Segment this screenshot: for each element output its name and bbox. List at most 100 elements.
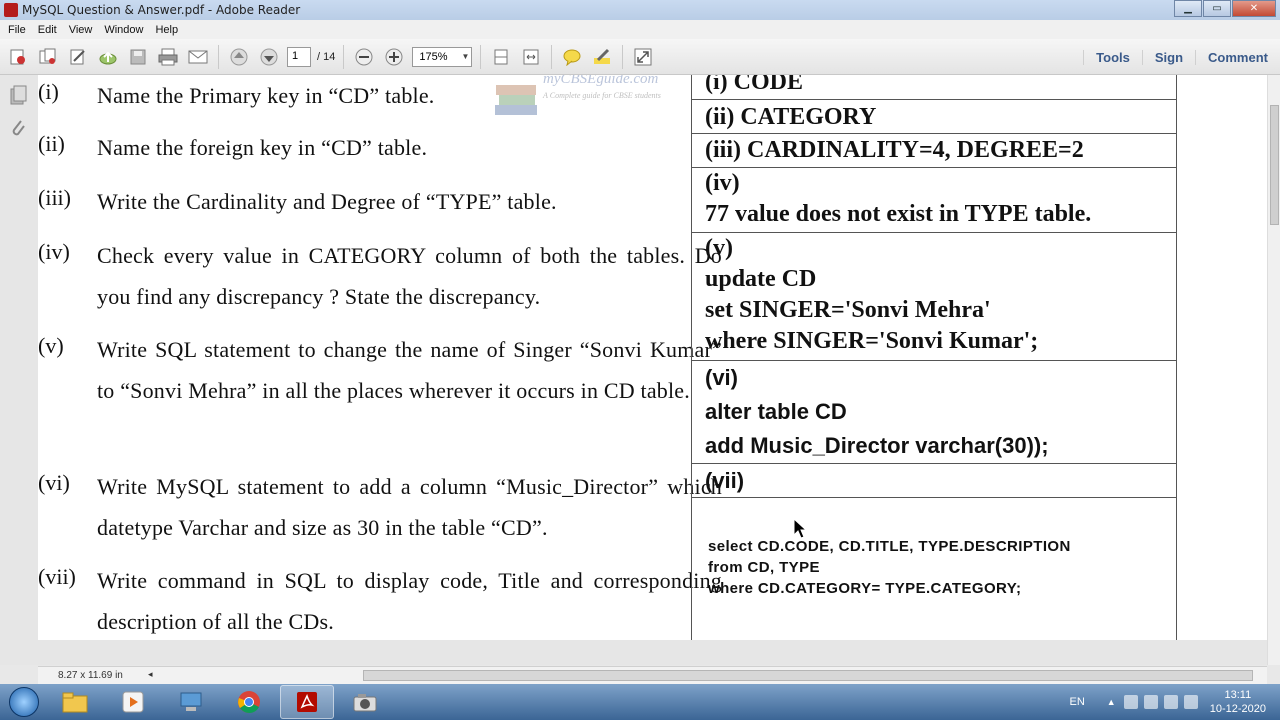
zoom-in-icon[interactable] xyxy=(382,45,406,69)
question-text: Write the Cardinality and Degree of “TYP… xyxy=(97,189,557,214)
security-icon[interactable] xyxy=(1143,695,1158,709)
minimize-button[interactable]: ▁ xyxy=(1174,0,1202,17)
sql-line: add Music_Director varchar(30)); xyxy=(705,433,1049,458)
answer-row: select CD.CODE, CD.TITLE, TYPE.DESCRIPTI… xyxy=(692,498,1176,640)
create-pdf-icon[interactable] xyxy=(6,45,30,69)
show-hidden-icons-icon[interactable]: ▲ xyxy=(1107,697,1116,707)
chrome-taskbar-button[interactable] xyxy=(222,685,276,719)
network-taskbar-button[interactable] xyxy=(164,685,218,719)
language-indicator[interactable]: EN xyxy=(1070,696,1085,708)
network-icon[interactable] xyxy=(1163,695,1178,709)
answer-table: (i) CODE (ii) CATEGORY (iii) CARDINALITY… xyxy=(691,75,1177,640)
chevron-down-icon: ▼ xyxy=(461,52,470,61)
mouse-pointer-icon xyxy=(793,517,808,544)
previous-page-icon[interactable] xyxy=(227,45,251,69)
scroll-left-icon[interactable]: ◂ xyxy=(148,669,153,680)
answer-row: (v) update CD set SINGER='Sonvi Mehra' w… xyxy=(692,233,1176,361)
question-number: (i) xyxy=(38,79,59,104)
next-page-icon[interactable] xyxy=(257,45,281,69)
question-text: Name the foreign key in “CD” table. xyxy=(97,135,428,160)
toolbar-right-links: Tools Sign Comment xyxy=(1083,39,1280,75)
start-button[interactable] xyxy=(4,684,44,720)
question-number: (ii) xyxy=(38,131,65,156)
question-text: Name the Primary key in “CD” table. xyxy=(97,83,435,108)
explorer-taskbar-button[interactable] xyxy=(48,685,102,719)
chrome-icon xyxy=(238,691,260,713)
adobe-reader-taskbar-button[interactable] xyxy=(280,685,334,719)
answer-text: (i) CODE xyxy=(705,75,803,95)
toolbar-separator xyxy=(622,44,624,69)
zoom-value: 175% xyxy=(419,50,448,63)
fit-page-icon[interactable] xyxy=(489,45,513,69)
volume-icon[interactable] xyxy=(1183,695,1198,709)
sql-line: where SINGER='Sonvi Kumar'; xyxy=(705,328,1039,354)
question-text: Check every value in CATEGORY column of … xyxy=(97,243,722,309)
menu-help[interactable]: Help xyxy=(155,24,178,36)
edit-pdf-icon[interactable] xyxy=(66,45,90,69)
page-number-input[interactable]: 1 xyxy=(287,46,311,67)
camera-taskbar-button[interactable] xyxy=(338,685,392,719)
answer-number: (vii) xyxy=(705,468,745,493)
zoom-out-icon[interactable] xyxy=(352,45,376,69)
answer-row: (i) CODE xyxy=(692,75,1176,100)
tools-button[interactable]: Tools xyxy=(1083,49,1142,65)
sql-line: set SINGER='Sonvi Mehra' xyxy=(705,297,991,323)
page-total: / 14 xyxy=(317,50,336,63)
combine-icon[interactable] xyxy=(36,45,60,69)
adobe-reader-icon xyxy=(297,692,317,712)
toolbar-separator xyxy=(343,44,345,69)
page-thumbnails-icon[interactable] xyxy=(8,85,28,107)
question-text: Write command in SQL to display code, Ti… xyxy=(97,568,722,634)
media-player-taskbar-button[interactable] xyxy=(106,685,160,719)
menu-file[interactable]: File xyxy=(8,24,26,36)
answer-row: (iv) 77 value does not exist in TYPE tab… xyxy=(692,168,1176,233)
adobe-reader-icon xyxy=(4,3,18,17)
answer-text: (iii) CARDINALITY=4, DEGREE=2 xyxy=(705,137,1084,163)
menu-window[interactable]: Window xyxy=(104,24,143,36)
toolbar: 1 / 14 175% ▼ Tools Sign Comment xyxy=(0,39,1280,75)
clock[interactable]: 13:11 10-12-2020 xyxy=(1210,688,1266,716)
menu-edit[interactable]: Edit xyxy=(38,24,57,36)
media-player-icon xyxy=(122,691,144,713)
menu-bar: File Edit View Window Help xyxy=(0,20,1280,39)
document-page: myCBSEguide.com A Complete guide for CBS… xyxy=(38,75,1267,640)
folder-icon xyxy=(62,692,88,713)
sign-button[interactable]: Sign xyxy=(1141,49,1195,65)
sql-line: update CD xyxy=(705,266,817,292)
clock-time: 13:11 xyxy=(1224,689,1252,701)
upload-cloud-icon[interactable] xyxy=(96,45,120,69)
answer-row: (ii) CATEGORY xyxy=(692,100,1176,134)
full-screen-icon[interactable] xyxy=(631,45,655,69)
email-icon[interactable] xyxy=(186,45,210,69)
windows-logo-icon xyxy=(9,687,39,717)
toolbar-separator xyxy=(218,44,219,69)
print-icon[interactable] xyxy=(156,45,180,69)
camera-icon xyxy=(353,694,377,712)
computer-icon xyxy=(180,692,202,711)
answer-row: (iii) CARDINALITY=4, DEGREE=2 xyxy=(692,134,1176,168)
save-icon[interactable] xyxy=(126,45,150,69)
question-number: (v) xyxy=(38,333,64,358)
zoom-select[interactable]: 175% ▼ xyxy=(412,46,473,67)
question-list: (i) Name the Primary key in “CD” table. … xyxy=(38,75,722,640)
fit-width-icon[interactable] xyxy=(519,45,543,69)
toolbar-separator xyxy=(480,44,482,69)
page-size: 8.27 x 11.69 in xyxy=(58,670,123,681)
menu-view[interactable]: View xyxy=(69,24,93,36)
horizontal-scrollbar[interactable] xyxy=(188,670,1258,682)
status-bar: 8.27 x 11.69 in ◂ xyxy=(38,666,1267,684)
action-center-icon[interactable] xyxy=(1123,695,1138,709)
close-button[interactable]: ✕ xyxy=(1232,0,1276,17)
page-gap xyxy=(38,640,1267,665)
taskbar: EN ▲ 13:11 10-12-2020 xyxy=(0,684,1280,720)
sql-line: from CD, TYPE xyxy=(708,559,820,576)
comment-button[interactable]: Comment xyxy=(1195,49,1280,65)
attachments-icon[interactable] xyxy=(8,117,28,139)
comment-bubble-icon[interactable] xyxy=(560,45,584,69)
maximize-button[interactable]: ▭ xyxy=(1203,0,1231,17)
vertical-scrollbar[interactable] xyxy=(1267,75,1280,665)
scrollbar-thumb[interactable] xyxy=(1270,105,1279,225)
scrollbar-thumb[interactable] xyxy=(363,670,1253,681)
highlight-icon[interactable] xyxy=(590,45,614,69)
question-text: Write SQL statement to change the name o… xyxy=(97,337,722,403)
